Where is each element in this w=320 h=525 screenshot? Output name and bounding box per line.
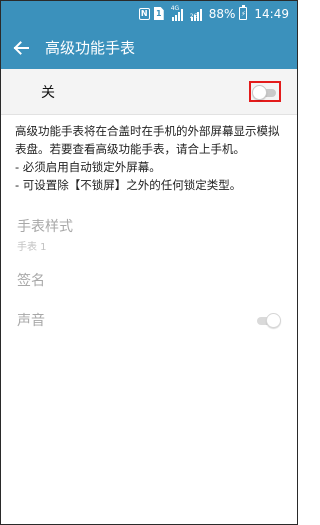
signal-2g-icon: 2G [189,7,202,21]
app-bar: 高级功能手表 [1,26,297,69]
page-title: 高级功能手表 [45,39,136,57]
watch-style-value: 手表 1 [17,241,47,253]
status-bar: N 1 4G 2G 88% ⚡ 14:49 [1,1,297,26]
watch-style-title: 手表样式 [17,218,73,235]
master-switch-label: 关 [41,84,55,101]
sim-card-icon: 1 [153,7,164,20]
watch-style-item[interactable]: 手表样式 手表 1 [1,208,297,260]
nfc-icon: N [138,7,150,20]
signature-item[interactable]: 签名 [1,260,297,300]
sound-toggle[interactable] [255,313,281,328]
signal-4g-icon: 4G [170,4,183,21]
battery-percent: 88% [208,6,236,21]
arrow-left-icon[interactable] [11,38,31,58]
sound-title: 声音 [17,313,45,329]
master-toggle[interactable] [252,84,278,100]
sound-item[interactable]: 声音 [1,300,297,340]
description-line-requirement-1: - 必须启用自动锁定外屏幕。 [15,160,161,174]
description-line-requirement-2: - 可设置除【不锁屏】之外的任何锁定类型。 [15,178,242,192]
master-switch-row[interactable]: 关 [1,69,297,115]
signature-title: 签名 [17,273,45,289]
battery-charging-icon: ⚡ [239,5,248,20]
highlight-box [249,81,281,102]
description-line-main: 高级功能手表将在合盖时在手机的外部屏幕显示模拟表盘。若要查看高级功能手表，请合上… [15,124,280,156]
settings-list: 手表样式 手表 1 签名 声音 [1,208,297,340]
description: 高级功能手表将在合盖时在手机的外部屏幕显示模拟表盘。若要查看高级功能手表，请合上… [1,115,297,194]
screen: N 1 4G 2G 88% ⚡ 14:49 高级功能手表 关 高级功能手表将在合… [0,0,298,525]
network-type-top: 4G [170,4,180,12]
clock: 14:49 [254,6,289,21]
network-type-bottom: 2G [189,12,199,20]
